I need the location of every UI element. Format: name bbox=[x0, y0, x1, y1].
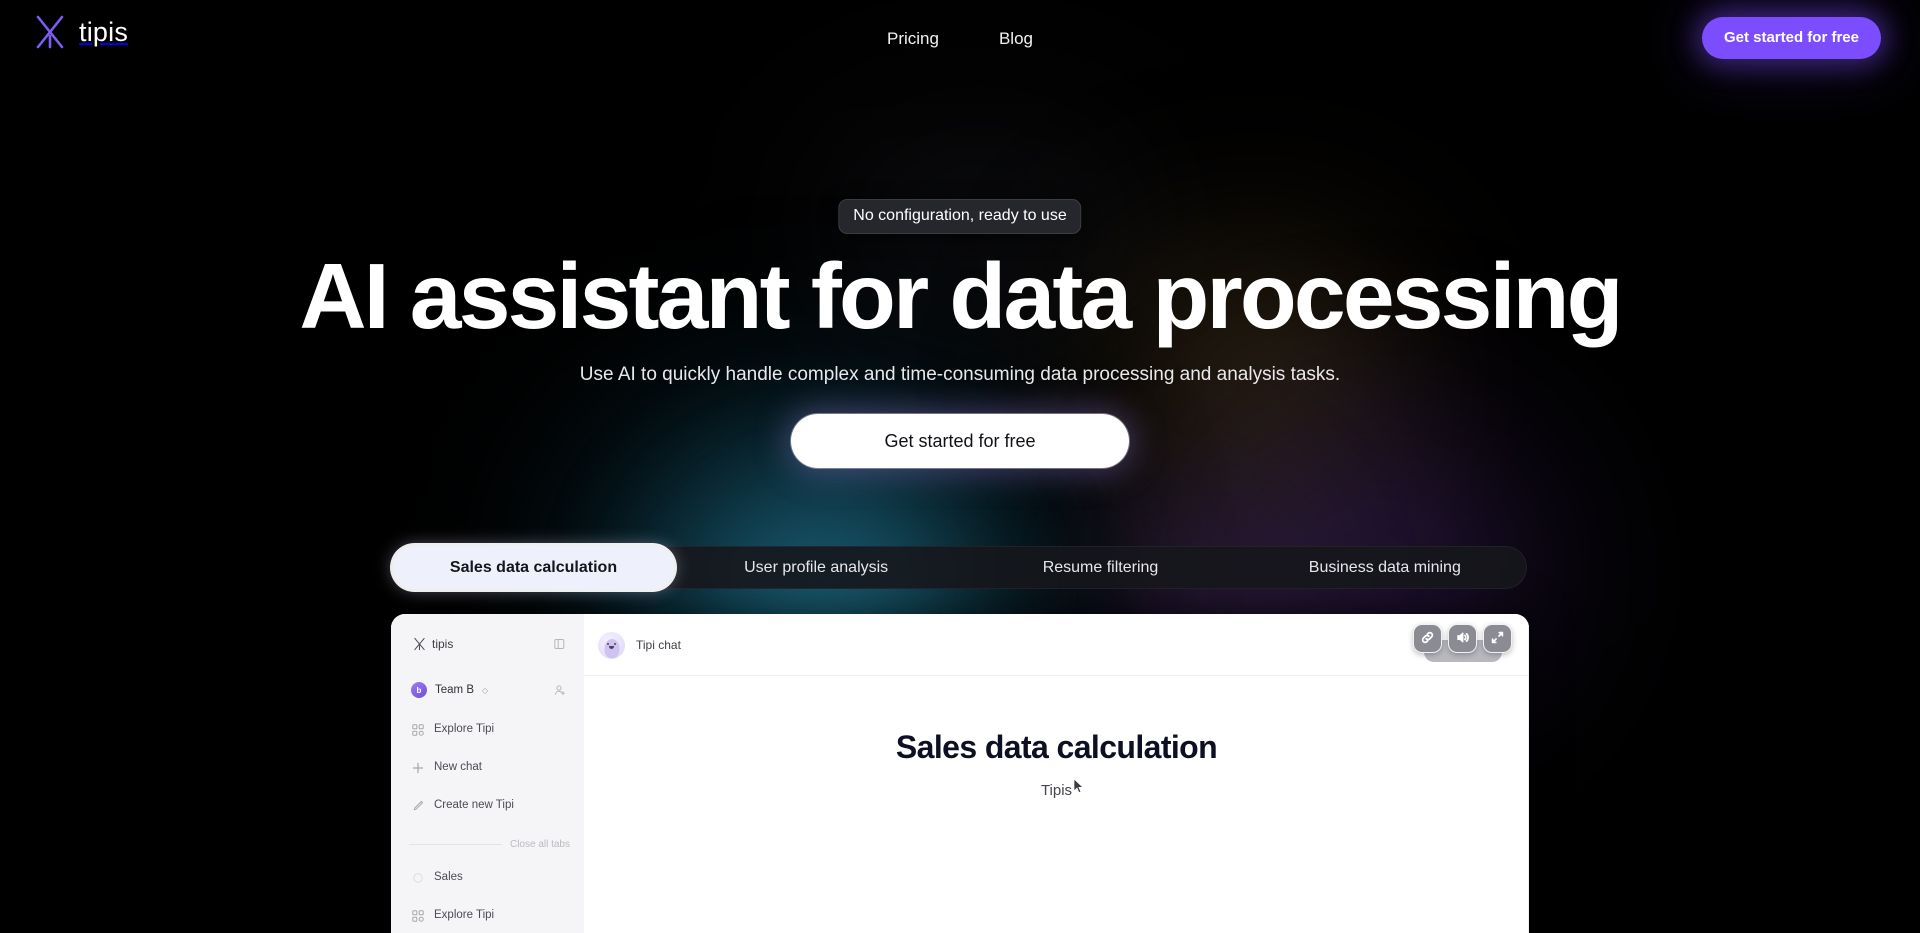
tipi-character-avatar bbox=[598, 631, 625, 659]
hero-get-started-button[interactable]: Get started for free bbox=[791, 414, 1129, 468]
app-preview-panel: tipis b Team B ◇ Explore Tipi New chat C… bbox=[391, 614, 1529, 933]
preview-chat-title: Tipi chat bbox=[636, 638, 681, 652]
close-all-tabs-label: Close all tabs bbox=[509, 838, 570, 850]
page-title: AI assistant for data processing bbox=[299, 244, 1623, 348]
mouse-pointer-icon bbox=[1073, 778, 1084, 794]
main-nav: Pricing Blog bbox=[0, 26, 1920, 52]
preview-sidebar: tipis b Team B ◇ Explore Tipi New chat C… bbox=[391, 614, 584, 933]
panel-collapse-icon[interactable] bbox=[554, 638, 566, 650]
plus-icon bbox=[412, 761, 424, 774]
copy-link-button[interactable] bbox=[1413, 624, 1442, 653]
sidebar-item-explore-tipi[interactable]: Explore Tipi bbox=[391, 718, 584, 740]
divider-line bbox=[409, 843, 502, 845]
header-get-started-button[interactable]: Get started for free bbox=[1701, 17, 1881, 59]
page-root: tipis Pricing Blog Get started for free … bbox=[0, 0, 1920, 933]
sidebar-tab-explore-tipi[interactable]: Explore Tipi bbox=[391, 904, 584, 926]
tab-business-data-mining[interactable]: Business data mining bbox=[1243, 546, 1527, 589]
hero-badge: No configuration, ready to use bbox=[838, 199, 1082, 234]
sidebar-tab-label: Explore Tipi bbox=[434, 909, 495, 921]
nav-item-blog[interactable]: Blog bbox=[993, 26, 1039, 52]
pencil-icon bbox=[412, 799, 424, 811]
tab-sales-data-calculation[interactable]: Sales data calculation bbox=[393, 546, 674, 589]
sidebar-item-create-new-tipi[interactable]: Create new Tipi bbox=[391, 794, 584, 816]
volume-button[interactable] bbox=[1448, 624, 1477, 653]
preview-team-switcher[interactable]: b Team B ◇ bbox=[391, 678, 584, 702]
tab-user-profile-analysis[interactable]: User profile analysis bbox=[674, 546, 958, 589]
team-avatar: b bbox=[411, 682, 427, 698]
speaker-icon bbox=[1455, 630, 1470, 648]
preview-controls bbox=[1413, 624, 1512, 653]
preview-content: Sales data calculation Tipis bbox=[584, 676, 1529, 799]
circle-icon bbox=[412, 871, 424, 883]
hero-subtitle: Use AI to quickly handle complex and tim… bbox=[579, 364, 1341, 385]
expand-arrows-icon bbox=[1490, 630, 1505, 648]
preview-sidebar-header: tipis bbox=[391, 631, 584, 657]
preview-subheading: Tipis bbox=[1040, 782, 1073, 799]
preview-heading: Sales data calculation bbox=[895, 729, 1218, 765]
grid-apps-icon bbox=[412, 909, 424, 922]
sidebar-item-label: Create new Tipi bbox=[434, 799, 514, 811]
use-case-tabs: Sales data calculation User profile anal… bbox=[393, 546, 1527, 589]
sidebar-item-label: New chat bbox=[434, 761, 482, 773]
team-name: Team B bbox=[435, 684, 474, 696]
close-all-tabs-divider[interactable]: Close all tabs bbox=[391, 838, 584, 850]
nav-item-pricing[interactable]: Pricing bbox=[881, 26, 945, 52]
sidebar-tab-label: Sales bbox=[434, 871, 463, 883]
sidebar-tab-sales[interactable]: Sales bbox=[391, 866, 584, 888]
tab-resume-filtering[interactable]: Resume filtering bbox=[958, 546, 1242, 589]
preview-right-edge bbox=[1528, 614, 1529, 933]
sidebar-item-label: Explore Tipi bbox=[434, 723, 495, 735]
preview-brand-name: tipis bbox=[432, 637, 454, 651]
preview-topbar: Tipi chat bbox=[584, 614, 1529, 676]
grid-apps-icon bbox=[412, 723, 424, 736]
add-member-icon[interactable] bbox=[554, 684, 566, 696]
tipi-x-logo-icon bbox=[413, 637, 426, 651]
chevron-updown-icon: ◇ bbox=[482, 685, 489, 695]
preview-main: Tipi chat Sales data calculation Tipis bbox=[584, 614, 1529, 933]
site-header: tipis Pricing Blog Get started for free bbox=[0, 0, 1920, 80]
sidebar-item-new-chat[interactable]: New chat bbox=[391, 756, 584, 778]
fullscreen-button[interactable] bbox=[1483, 624, 1512, 653]
link-icon bbox=[1420, 630, 1435, 648]
